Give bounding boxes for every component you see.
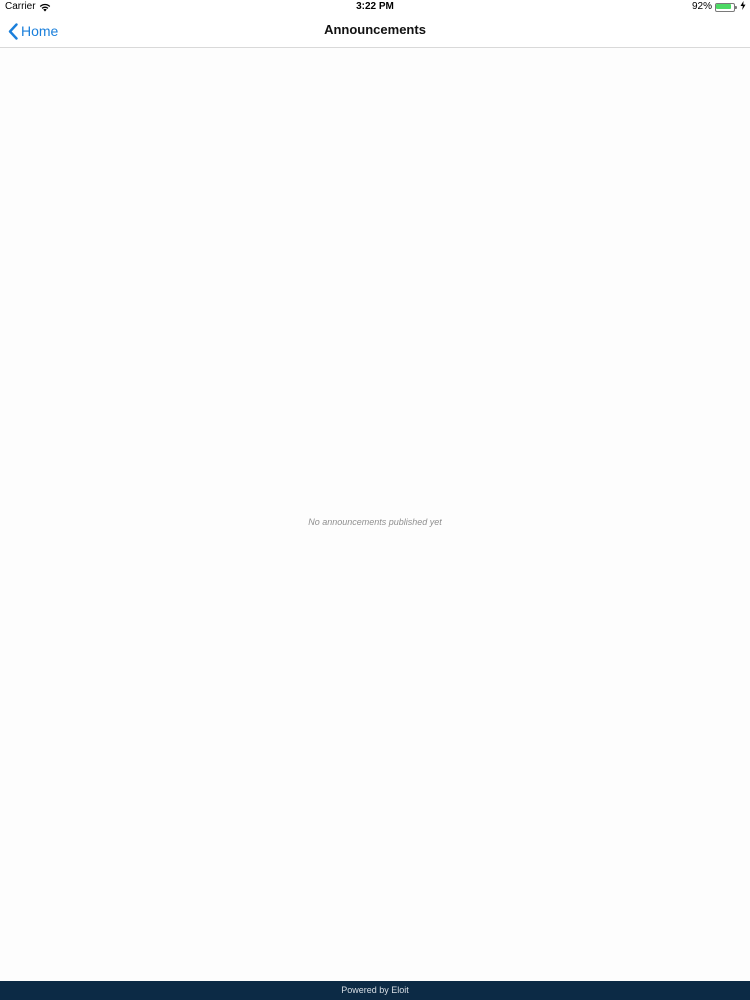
- battery-percent: 92%: [691, 1, 712, 12]
- footer-branding: Powered by Eloit: [0, 981, 750, 1000]
- battery-fill: [716, 3, 731, 9]
- status-bar: Carrier 3:22 PM 92%: [0, 0, 750, 14]
- announcements-list[interactable]: No announcements published yet: [0, 48, 750, 981]
- empty-state-message: No announcements published yet: [308, 517, 442, 527]
- status-right: 92%: [692, 0, 746, 14]
- status-time: 3:22 PM: [356, 1, 394, 12]
- page-title: Announcements: [324, 22, 426, 37]
- charging-icon: [740, 0, 746, 14]
- battery-tip: [735, 5, 737, 9]
- battery-icon: [715, 2, 737, 12]
- navigation-bar: Home Announcements: [0, 14, 750, 48]
